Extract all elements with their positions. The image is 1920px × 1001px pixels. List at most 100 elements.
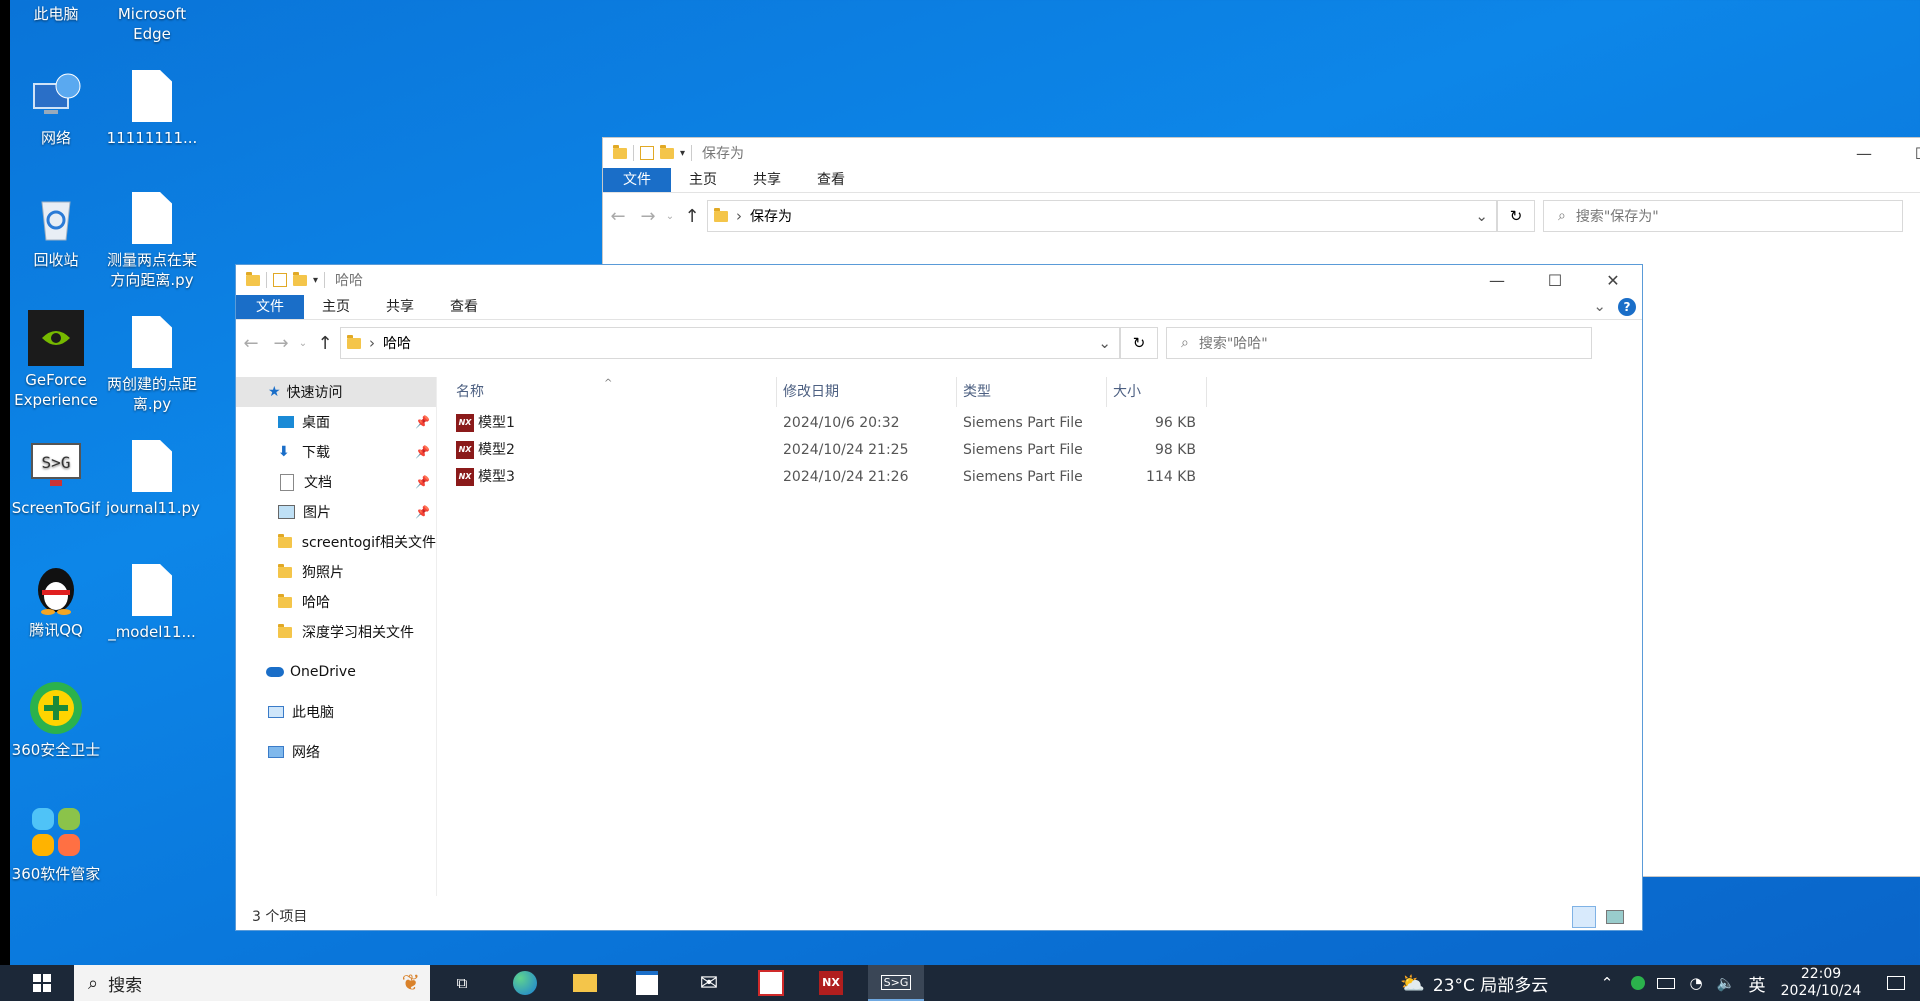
notification-center-button[interactable] bbox=[1878, 965, 1914, 1001]
start-button[interactable] bbox=[20, 965, 64, 1001]
title-bar[interactable]: ▾ 哈哈 — ☐ ✕ bbox=[236, 265, 1642, 295]
refresh-button[interactable]: ↻ bbox=[1497, 200, 1535, 232]
explorer-window-haha[interactable]: ▾ 哈哈 — ☐ ✕ 文件 主页 共享 查看 ⌄ ? ← → ⌄ ↑ › 哈哈 … bbox=[235, 264, 1643, 931]
address-path[interactable]: 哈哈 bbox=[383, 333, 411, 353]
tab-share[interactable]: 共享 bbox=[368, 295, 432, 319]
nav-item-downloads[interactable]: ⬇ 下载 📌 bbox=[236, 437, 436, 467]
tab-share[interactable]: 共享 bbox=[735, 168, 799, 192]
address-bar[interactable]: › 保存为 ⌄ bbox=[707, 200, 1497, 232]
file-row[interactable]: NX 模型1 2024/10/6 20:32 Siemens Part File … bbox=[456, 410, 1236, 437]
nav-onedrive[interactable]: OneDrive bbox=[236, 657, 436, 687]
maximize-button[interactable]: ☐ bbox=[1893, 138, 1920, 168]
recent-dropdown-icon[interactable]: ⌄ bbox=[296, 338, 310, 349]
back-arrow-icon[interactable]: ← bbox=[603, 206, 633, 227]
desktop-icon-label: 360安全卫士 bbox=[11, 741, 101, 759]
new-folder-icon[interactable] bbox=[660, 144, 674, 159]
tray-360-icon[interactable] bbox=[1624, 965, 1652, 1001]
nav-item-haha[interactable]: 哈哈 bbox=[236, 587, 436, 617]
search-box[interactable]: ⌕ 搜索"保存为" bbox=[1543, 200, 1903, 232]
desktop-icon-this-pc[interactable]: 此电脑 bbox=[10, 4, 102, 24]
file-row[interactable]: NX 模型2 2024/10/24 21:25 Siemens Part File… bbox=[456, 437, 1236, 464]
volume-button[interactable]: 🔈 bbox=[1712, 965, 1740, 1001]
forward-arrow-icon[interactable]: → bbox=[266, 333, 296, 354]
desktop-icon-measure-py[interactable]: 测量两点在某方向距离.py bbox=[106, 190, 198, 290]
tab-file[interactable]: 文件 bbox=[603, 168, 671, 192]
back-arrow-icon[interactable]: ← bbox=[236, 333, 266, 354]
weather-widget[interactable]: ⛅ 23°C 局部多云 bbox=[1400, 965, 1580, 1001]
wifi-button[interactable]: ◔ bbox=[1682, 965, 1710, 1001]
desktop-icon-model11[interactable]: _model11... bbox=[106, 562, 198, 642]
nav-item-screentogif-files[interactable]: screentogif相关文件 bbox=[236, 527, 436, 557]
clock[interactable]: 22:09 2024/10/24 bbox=[1776, 965, 1866, 1001]
tab-file[interactable]: 文件 bbox=[236, 295, 304, 319]
new-folder-icon[interactable] bbox=[293, 271, 307, 286]
nav-label: 下载 bbox=[302, 445, 330, 461]
up-arrow-icon[interactable]: ↑ bbox=[310, 333, 340, 354]
tab-view[interactable]: 查看 bbox=[799, 168, 863, 192]
expand-ribbon-chevron-icon[interactable]: ⌄ bbox=[1593, 297, 1606, 315]
desktop-icon-360-security[interactable]: 360安全卫士 bbox=[10, 680, 102, 760]
mail-taskbar-button[interactable]: ✉ bbox=[684, 965, 734, 1001]
desktop-icon-journal11-py[interactable]: journal11.py bbox=[106, 438, 200, 518]
edge-taskbar-button[interactable] bbox=[500, 965, 550, 1001]
nav-item-desktop[interactable]: 桌面 📌 bbox=[236, 407, 436, 437]
up-arrow-icon[interactable]: ↑ bbox=[677, 206, 707, 227]
column-header-name[interactable]: 名称 bbox=[456, 377, 484, 407]
minimize-button[interactable]: — bbox=[1468, 265, 1526, 295]
address-dropdown-icon[interactable]: ⌄ bbox=[1098, 334, 1111, 352]
desktop-icon-network[interactable]: 网络 bbox=[10, 68, 102, 148]
forward-arrow-icon[interactable]: → bbox=[633, 206, 663, 227]
title-bar[interactable]: ▾ 保存为 — ☐ bbox=[603, 138, 1920, 168]
file-explorer-taskbar-button[interactable] bbox=[560, 965, 610, 1001]
nav-network[interactable]: 网络 bbox=[236, 737, 436, 767]
column-header-type[interactable]: 类型 bbox=[963, 377, 991, 407]
search-box[interactable]: ⌕ 搜索"哈哈" bbox=[1166, 327, 1592, 359]
properties-checkbox-icon[interactable] bbox=[273, 273, 287, 287]
refresh-button[interactable]: ↻ bbox=[1120, 327, 1158, 359]
maximize-button[interactable]: ☐ bbox=[1526, 265, 1584, 295]
ime-indicator[interactable]: 英 bbox=[1742, 965, 1772, 1001]
desktop-icon-qq[interactable]: 腾讯QQ bbox=[10, 560, 102, 640]
nav-this-pc[interactable]: 此电脑 bbox=[236, 697, 436, 727]
show-hidden-icons-button[interactable]: ⌃ bbox=[1592, 965, 1622, 1001]
nx-taskbar-button[interactable]: NX bbox=[808, 965, 858, 1001]
desktop-icon-edge[interactable]: Microsoft Edge bbox=[106, 4, 198, 44]
tab-home[interactable]: 主页 bbox=[671, 168, 735, 192]
recent-dropdown-icon[interactable]: ⌄ bbox=[663, 211, 677, 222]
desktop-icon-file-1111[interactable]: 11111111... bbox=[106, 68, 198, 148]
star-icon: ★ bbox=[268, 384, 281, 400]
tab-view[interactable]: 查看 bbox=[432, 295, 496, 319]
store-taskbar-button[interactable] bbox=[622, 965, 672, 1001]
minimize-button[interactable]: — bbox=[1835, 138, 1893, 168]
battery-button[interactable] bbox=[1652, 965, 1680, 1001]
address-bar[interactable]: › 哈哈 ⌄ bbox=[340, 327, 1120, 359]
taskbar-search-box[interactable]: ⌕ 搜索 ❦ bbox=[74, 965, 430, 1001]
dropdown-arrow-icon[interactable]: ▾ bbox=[313, 275, 318, 286]
nav-label: 图片 bbox=[303, 505, 331, 521]
nav-item-pictures[interactable]: 图片 📌 bbox=[236, 497, 436, 527]
desktop-icon-screentogif[interactable]: S>G ScreenToGif bbox=[10, 438, 102, 518]
nav-item-deep-learning[interactable]: 深度学习相关文件 bbox=[236, 617, 436, 647]
desktop-icon-recycle-bin[interactable]: 回收站 bbox=[10, 190, 102, 270]
nav-quick-access[interactable]: ★ 快速访问 bbox=[236, 377, 436, 407]
task-view-button[interactable]: ⧉ bbox=[440, 965, 484, 1001]
tab-home[interactable]: 主页 bbox=[304, 295, 368, 319]
screentogif-taskbar-button[interactable]: S>G bbox=[868, 965, 924, 1001]
dropdown-arrow-icon[interactable]: ▾ bbox=[680, 148, 685, 159]
desktop-icon-geforce[interactable]: GeForce Experience bbox=[10, 310, 102, 410]
desktop-icon-360-software[interactable]: 360软件管家 bbox=[10, 804, 102, 884]
address-path[interactable]: 保存为 bbox=[750, 206, 792, 226]
column-header-date[interactable]: 修改日期 bbox=[783, 377, 839, 407]
desktop-icon-points-py[interactable]: 两创建的点距离.py bbox=[106, 314, 198, 414]
nav-item-dog-photos[interactable]: 狗照片 bbox=[236, 557, 436, 587]
properties-checkbox-icon[interactable] bbox=[640, 146, 654, 160]
help-icon[interactable]: ? bbox=[1618, 298, 1636, 316]
details-view-icon[interactable] bbox=[1572, 906, 1596, 928]
column-header-size[interactable]: 大小 bbox=[1113, 377, 1141, 407]
large-icons-view-icon[interactable] bbox=[1606, 910, 1624, 924]
app-taskbar-button[interactable] bbox=[746, 965, 796, 1001]
close-button[interactable]: ✕ bbox=[1584, 265, 1642, 295]
nav-item-documents[interactable]: 文档 📌 bbox=[236, 467, 436, 497]
address-dropdown-icon[interactable]: ⌄ bbox=[1475, 207, 1488, 225]
file-row[interactable]: NX 模型3 2024/10/24 21:26 Siemens Part File… bbox=[456, 464, 1236, 491]
